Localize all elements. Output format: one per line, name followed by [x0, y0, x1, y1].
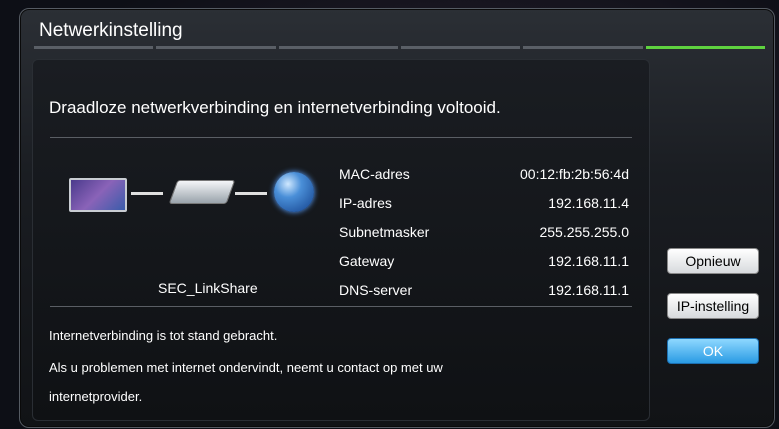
divider [50, 306, 632, 307]
network-ssid: SEC_LinkShare [158, 280, 258, 296]
gateway-label: Gateway [339, 253, 395, 269]
status-headline: Draadloze netwerkverbinding en internetv… [49, 98, 501, 117]
router-icon [168, 180, 236, 204]
progress-step [34, 46, 154, 49]
subnet-label: Subnetmasker [339, 224, 430, 240]
divider [50, 137, 632, 138]
progress-step [523, 46, 643, 49]
progress-step [400, 46, 521, 49]
progress-step-active [645, 46, 765, 49]
tv-icon [69, 178, 127, 212]
retry-button[interactable]: Opnieuw [667, 248, 759, 274]
ok-button[interactable]: OK [667, 338, 759, 364]
dns-label: DNS-server [339, 282, 413, 298]
ip-label: IP-adres [339, 195, 392, 211]
network-settings-dialog: Netwerkinstelling Draadloze netwerkverbi… [19, 8, 775, 428]
dns-value: 192.168.11.1 [548, 282, 629, 298]
mac-label: MAC-adres [339, 166, 410, 182]
content-panel: Draadloze netwerkverbinding en internetv… [32, 59, 650, 421]
ip-value: 192.168.11.4 [548, 195, 629, 211]
mac-value: 00:12:fb:2b:56:4d [520, 166, 629, 182]
info-values: 00:12:fb:2b:56:4d 192.168.11.4 255.255.2… [520, 160, 629, 305]
progress-step [278, 46, 398, 49]
status-message: Internetverbinding is tot stand gebracht… [49, 328, 278, 343]
connector-line [131, 192, 163, 195]
progress-steps [34, 46, 765, 50]
dialog-title: Netwerkinstelling [39, 20, 183, 41]
gateway-value: 192.168.11.1 [548, 253, 629, 269]
progress-step [156, 46, 276, 49]
globe-icon [274, 172, 314, 212]
connector-line [235, 192, 267, 195]
subnet-value: 255.255.255.0 [539, 224, 629, 240]
help-message: Als u problemen met internet ondervindt,… [49, 360, 443, 375]
connection-diagram [69, 172, 329, 222]
info-labels: MAC-adres IP-adres Subnetmasker Gateway … [339, 160, 429, 305]
ip-settings-button[interactable]: IP-instelling [667, 293, 759, 319]
help-message-cont: internetprovider. [49, 389, 143, 404]
